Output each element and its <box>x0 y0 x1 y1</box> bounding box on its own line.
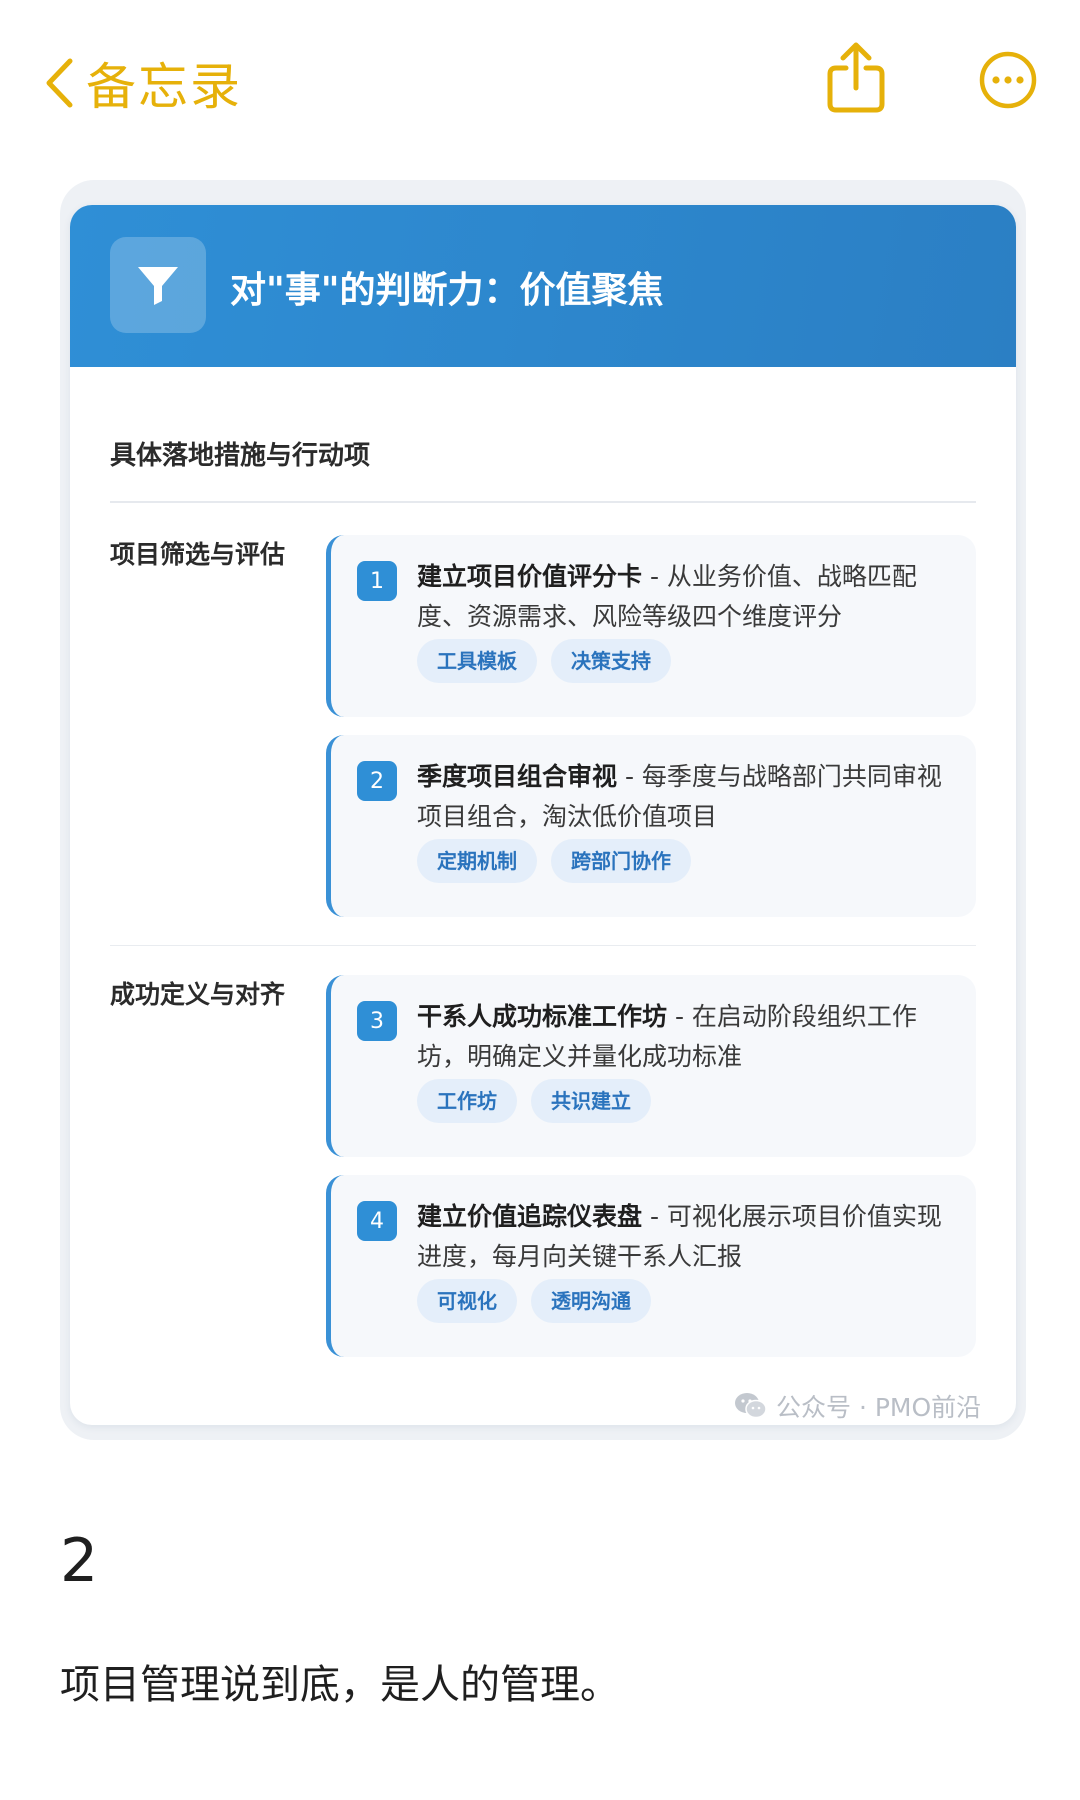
item-number-badge: 3 <box>357 1001 397 1041</box>
tag: 定期机制 <box>417 839 537 883</box>
item-tags: 可视化 透明沟通 <box>417 1279 651 1323</box>
card-header: 对"事"的判断力：价值聚焦 <box>70 205 1016 367</box>
share-icon <box>827 42 885 113</box>
tag: 共识建立 <box>531 1079 651 1123</box>
item-number-badge: 2 <box>357 761 397 801</box>
action-item[interactable]: 2 季度项目组合审视 - 每季度与战略部门共同审视项目组合，淘汰低价值项目 定期… <box>326 735 976 917</box>
item-number-badge: 1 <box>357 561 397 601</box>
tag: 工作坊 <box>417 1079 517 1123</box>
action-item[interactable]: 1 建立项目价值评分卡 - 从业务价值、战略匹配度、资源需求、风险等级四个维度评… <box>326 535 976 717</box>
group-label: 项目筛选与评估 <box>110 540 286 569</box>
item-number-badge: 4 <box>357 1201 397 1241</box>
header-title: 对"事"的判断力：价值聚焦 <box>230 270 664 311</box>
nav-bar: 备忘录 <box>0 0 1080 170</box>
item-tags: 工具模板 决策支持 <box>417 639 671 683</box>
note-heading-number: 2 <box>60 1526 99 1596</box>
infographic-card[interactable]: 对"事"的判断力：价值聚焦 具体落地措施与行动项 项目筛选与评估 1 建立项目价… <box>70 205 1016 1425</box>
note-body-text: 项目管理说到底，是人的管理。 <box>60 1662 620 1708</box>
tag: 跨部门协作 <box>551 839 691 883</box>
watermark: 公众号 · PMO前沿 <box>734 1390 981 1422</box>
item-tags: 定期机制 跨部门协作 <box>417 839 691 883</box>
action-item[interactable]: 3 干系人成功标准工作坊 - 在启动阶段组织工作坊，明确定义并量化成功标准 工作… <box>326 975 976 1157</box>
tag: 可视化 <box>417 1279 517 1323</box>
section-title: 具体落地措施与行动项 <box>110 441 371 471</box>
item-tags: 工作坊 共识建立 <box>417 1079 651 1123</box>
tag: 决策支持 <box>551 639 671 683</box>
section-divider <box>110 501 976 503</box>
chevron-left-icon <box>46 58 73 108</box>
item-text: 干系人成功标准工作坊 - 在启动阶段组织工作坊，明确定义并量化成功标准 <box>417 997 957 1077</box>
item-title: 建立价值追踪仪表盘 <box>417 1202 643 1231</box>
item-text: 建立项目价值评分卡 - 从业务价值、战略匹配度、资源需求、风险等级四个维度评分 <box>417 557 957 637</box>
group-divider <box>110 945 976 946</box>
share-button[interactable] <box>822 40 890 114</box>
header-icon-box <box>110 237 206 333</box>
item-title: 建立项目价值评分卡 <box>417 562 643 591</box>
more-icon <box>979 51 1037 109</box>
item-title: 季度项目组合审视 <box>417 762 618 791</box>
tag: 透明沟通 <box>531 1279 651 1323</box>
filter-icon <box>138 267 178 305</box>
group-label: 成功定义与对齐 <box>110 980 286 1009</box>
back-button[interactable]: 备忘录 <box>44 50 242 116</box>
action-item[interactable]: 4 建立价值追踪仪表盘 - 可视化展示项目价值实现进度，每月向关键干系人汇报 可… <box>326 1175 976 1357</box>
wechat-icon <box>735 1393 767 1419</box>
tag: 工具模板 <box>417 639 537 683</box>
item-text: 季度项目组合审视 - 每季度与战略部门共同审视项目组合，淘汰低价值项目 <box>417 757 957 837</box>
item-title: 干系人成功标准工作坊 <box>417 1002 668 1031</box>
item-text: 建立价值追踪仪表盘 - 可视化展示项目价值实现进度，每月向关键干系人汇报 <box>417 1197 957 1277</box>
more-button[interactable] <box>978 50 1038 110</box>
back-label: 备忘录 <box>86 58 242 116</box>
watermark-text: 公众号 · PMO前沿 <box>776 1393 982 1422</box>
